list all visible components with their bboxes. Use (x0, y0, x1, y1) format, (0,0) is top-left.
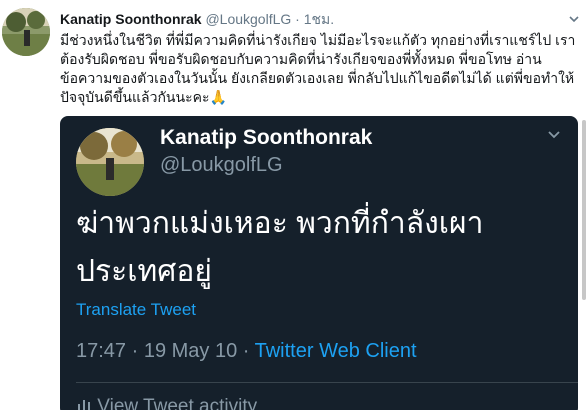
client-name: Twitter Web Client (254, 340, 417, 362)
embedded-display-name: Kanatip Soonthonrak (160, 126, 373, 149)
embedded-avatar (76, 128, 144, 196)
view-activity: View Tweet activity (76, 396, 257, 410)
translate-tweet-link: Translate Tweet (76, 300, 197, 319)
embedded-tweet-image[interactable]: Kanatip Soonthonrak @LoukgolfLG ฆ่าพวกแม… (60, 116, 578, 410)
tweet-time[interactable]: 1ชม. (304, 11, 334, 27)
user-handle[interactable]: @LoukgolfLG (205, 11, 291, 27)
embedded-tweet-text: ฆ่าพวกแม่งเหอะ พวกที่กำลังเผาประเทศอยู่ (76, 207, 484, 288)
avatar[interactable] (2, 8, 50, 56)
tweet-header: Kanatip Soonthonrak @LoukgolfLG · 1ชม. (60, 10, 568, 28)
embedded-user-handle: @LoukgolfLG (160, 154, 283, 176)
embedded-timestamp: 17:47 · 19 May 10 · (76, 340, 255, 362)
scrollbar[interactable] (582, 120, 586, 300)
chevron-down-icon[interactable] (568, 12, 580, 24)
bar-chart-icon (76, 396, 97, 410)
display-name[interactable]: Kanatip Soonthonrak (60, 11, 202, 27)
divider (76, 382, 578, 383)
tweet-text-content: มีช่วงหนึ่งในชีวิต ที่พี่มีความคิดที่น่า… (60, 32, 576, 105)
embedded-tweet-meta: 17:47 · 19 May 10 · Twitter Web Client (76, 340, 417, 363)
tweet: Kanatip Soonthonrak @LoukgolfLG · 1ชม. ม… (0, 0, 588, 410)
pray-emoji: 🙏 (209, 89, 227, 105)
tweet-text: มีช่วงหนึ่งในชีวิต ที่พี่มีความคิดที่น่า… (60, 31, 580, 107)
separator: · (295, 11, 300, 27)
view-activity-label: View Tweet activity (97, 396, 258, 410)
chevron-down-icon (546, 126, 562, 142)
